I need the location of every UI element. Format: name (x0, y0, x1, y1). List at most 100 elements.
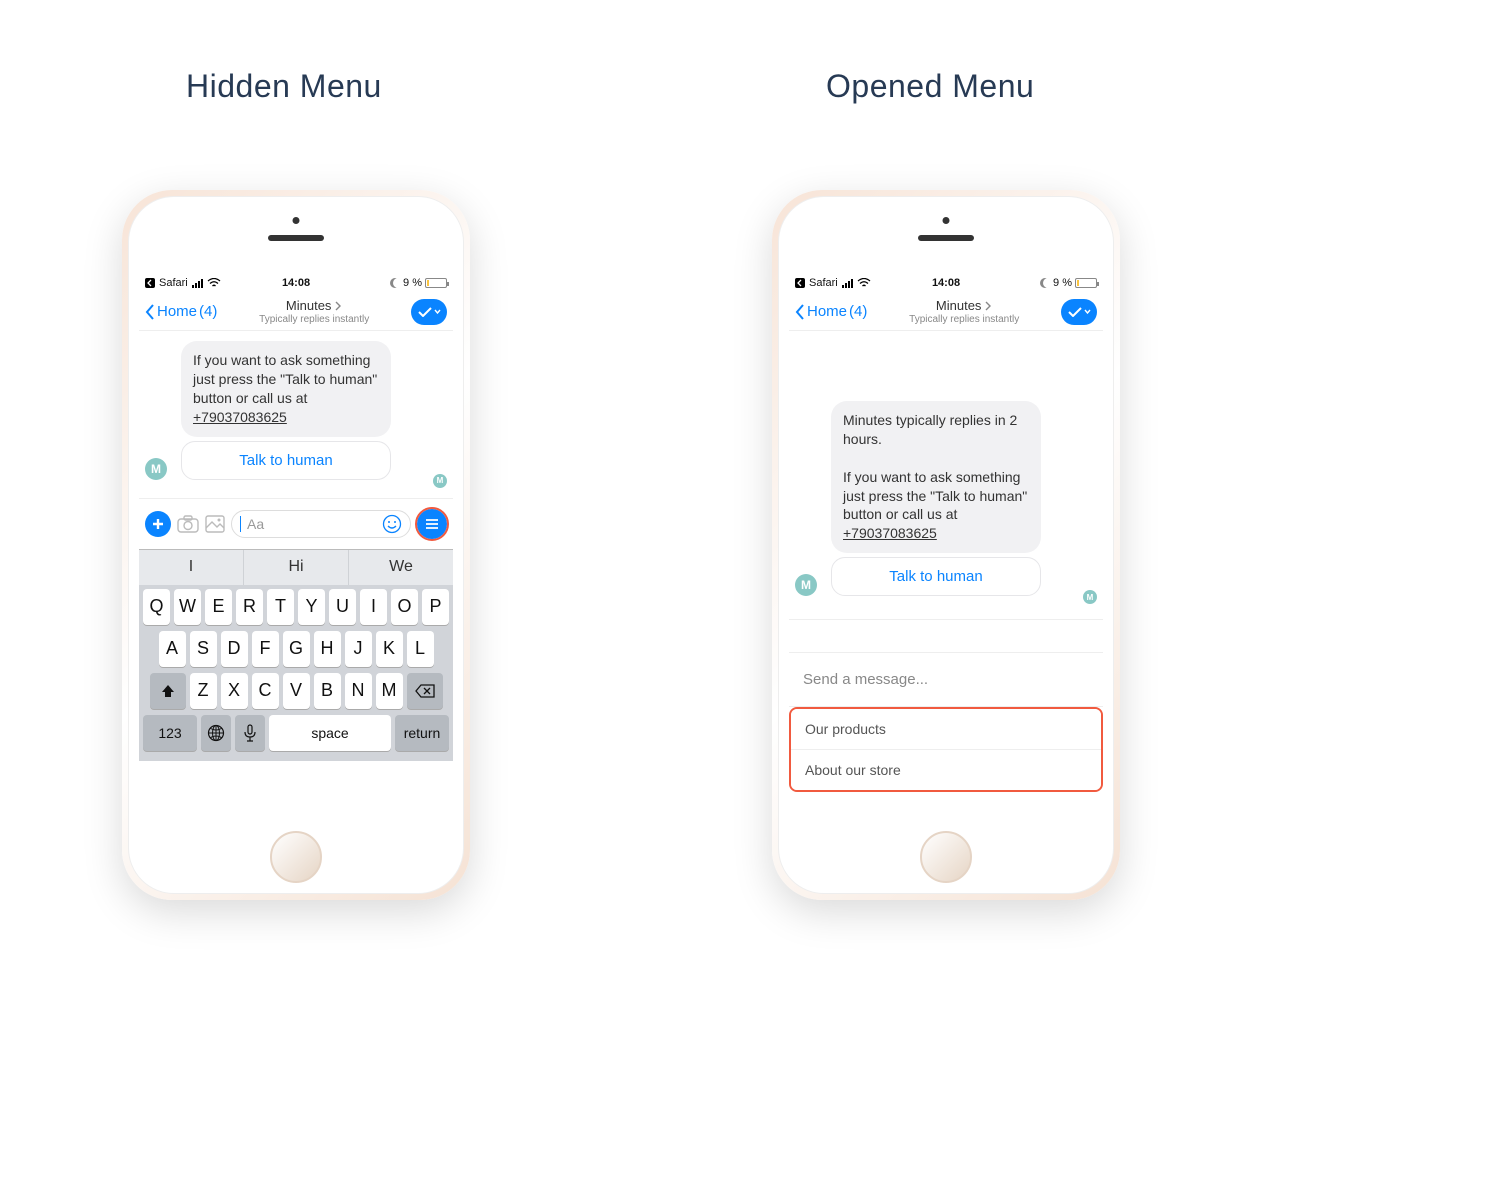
menu-item-about[interactable]: About our store (791, 749, 1101, 790)
speaker-slot (268, 235, 324, 241)
chat-body: If you want to ask something just press … (139, 331, 453, 480)
message-phone-link[interactable]: +79037083625 (843, 525, 937, 541)
key-s[interactable]: S (190, 631, 217, 667)
chat-subtitle: Typically replies instantly (217, 314, 411, 325)
message-text: If you want to ask something just press … (843, 469, 1027, 523)
status-bar: Safari 14:08 9 % (789, 273, 1103, 293)
back-label: Home (807, 303, 847, 320)
key-p[interactable]: P (422, 589, 449, 625)
key-f[interactable]: F (252, 631, 279, 667)
key-e[interactable]: E (205, 589, 232, 625)
carrier-label: Safari (159, 277, 188, 289)
keyboard-row-2: ASDFGHJKL (143, 631, 449, 667)
battery-percent: 9 % (1053, 277, 1072, 289)
camera-icon (177, 515, 199, 533)
heading-hidden-menu: Hidden Menu (186, 68, 382, 105)
key-h[interactable]: H (314, 631, 341, 667)
mic-icon (244, 724, 256, 742)
home-button[interactable] (270, 831, 322, 883)
key-b[interactable]: B (314, 673, 341, 709)
chat-title[interactable]: Minutes (286, 299, 343, 313)
suggestion-1[interactable]: I (139, 550, 243, 585)
status-bar: Safari 14:08 9 % (139, 273, 453, 293)
message-phone-link[interactable]: +79037083625 (193, 409, 287, 425)
send-message-input[interactable]: Send a message... (789, 653, 1103, 707)
key-x[interactable]: X (221, 673, 248, 709)
read-receipt-avatar: M (1083, 590, 1097, 604)
talk-to-human-button[interactable]: Talk to human (831, 557, 1041, 596)
message-intro: Minutes typically replies in 2 hours. (843, 412, 1017, 447)
chat-title[interactable]: Minutes (936, 299, 993, 313)
home-button[interactable] (920, 831, 972, 883)
chat-body: Minutes typically replies in 2 hours. If… (789, 331, 1103, 596)
key-c[interactable]: C (252, 673, 279, 709)
battery-icon (425, 278, 447, 288)
back-button[interactable]: Home (4) (795, 303, 867, 320)
avatar[interactable]: M (145, 458, 167, 480)
key-u[interactable]: U (329, 589, 356, 625)
key-mic[interactable] (235, 715, 265, 751)
key-l[interactable]: L (407, 631, 434, 667)
add-button[interactable] (145, 511, 171, 537)
clock: 14:08 (246, 277, 347, 289)
key-r[interactable]: R (236, 589, 263, 625)
suggestion-2[interactable]: Hi (243, 550, 348, 585)
text-cursor (240, 516, 241, 532)
menu-toggle-button[interactable] (417, 509, 447, 539)
screen-right: Safari 14:08 9 % Home (4) (789, 273, 1103, 817)
suggestion-3[interactable]: We (348, 550, 453, 585)
chevron-left-icon (795, 304, 805, 320)
key-z[interactable]: Z (190, 673, 217, 709)
back-button[interactable]: Home (4) (145, 303, 217, 320)
keyboard-row-4: 123 space return (143, 715, 449, 751)
talk-to-human-button[interactable]: Talk to human (181, 441, 391, 480)
phone-frame-left: Safari 14:08 9 % Home (4) (122, 190, 470, 900)
message-input[interactable]: Aa (231, 510, 411, 538)
chevron-right-icon (985, 301, 992, 311)
manage-button[interactable] (411, 299, 447, 325)
key-g[interactable]: G (283, 631, 310, 667)
screen-left: Safari 14:08 9 % Home (4) (139, 273, 453, 817)
key-m[interactable]: M (376, 673, 403, 709)
key-space[interactable]: space (269, 715, 391, 751)
key-123[interactable]: 123 (143, 715, 197, 751)
key-globe[interactable] (201, 715, 231, 751)
read-receipt-avatar: M (433, 474, 447, 488)
dnd-icon (390, 278, 400, 288)
key-j[interactable]: J (345, 631, 372, 667)
key-d[interactable]: D (221, 631, 248, 667)
key-return[interactable]: return (395, 715, 449, 751)
key-n[interactable]: N (345, 673, 372, 709)
back-count: (4) (849, 303, 867, 320)
key-shift[interactable] (150, 673, 186, 709)
key-backspace[interactable] (407, 673, 443, 709)
key-o[interactable]: O (391, 589, 418, 625)
key-i[interactable]: I (360, 589, 387, 625)
key-v[interactable]: V (283, 673, 310, 709)
nav-header: Home (4) Minutes Typically replies insta… (789, 293, 1103, 331)
battery-icon (1075, 278, 1097, 288)
nav-header: Home (4) Minutes Typically replies insta… (139, 293, 453, 331)
key-a[interactable]: A (159, 631, 186, 667)
gallery-button[interactable] (205, 515, 225, 533)
menu-item-products[interactable]: Our products (791, 709, 1101, 749)
emoji-button[interactable] (382, 514, 402, 534)
avatar[interactable]: M (795, 574, 817, 596)
phone-frame-right: Safari 14:08 9 % Home (4) (772, 190, 1120, 900)
key-y[interactable]: Y (298, 589, 325, 625)
chat-subtitle: Typically replies instantly (867, 314, 1061, 325)
message-placeholder: Aa (247, 516, 264, 532)
chat-title-text: Minutes (286, 299, 332, 313)
message-bubble: If you want to ask something just press … (181, 341, 391, 437)
manage-button[interactable] (1061, 299, 1097, 325)
keyboard: QWERTYUIOP ASDFGHJKL ZXCVBNM 123 (139, 585, 453, 761)
persistent-menu: Our products About our store (789, 707, 1103, 792)
key-t[interactable]: T (267, 589, 294, 625)
battery-percent: 9 % (403, 277, 422, 289)
signal-icon (192, 279, 203, 288)
key-q[interactable]: Q (143, 589, 170, 625)
key-w[interactable]: W (174, 589, 201, 625)
check-icon (1068, 307, 1082, 317)
camera-button[interactable] (177, 515, 199, 533)
key-k[interactable]: K (376, 631, 403, 667)
